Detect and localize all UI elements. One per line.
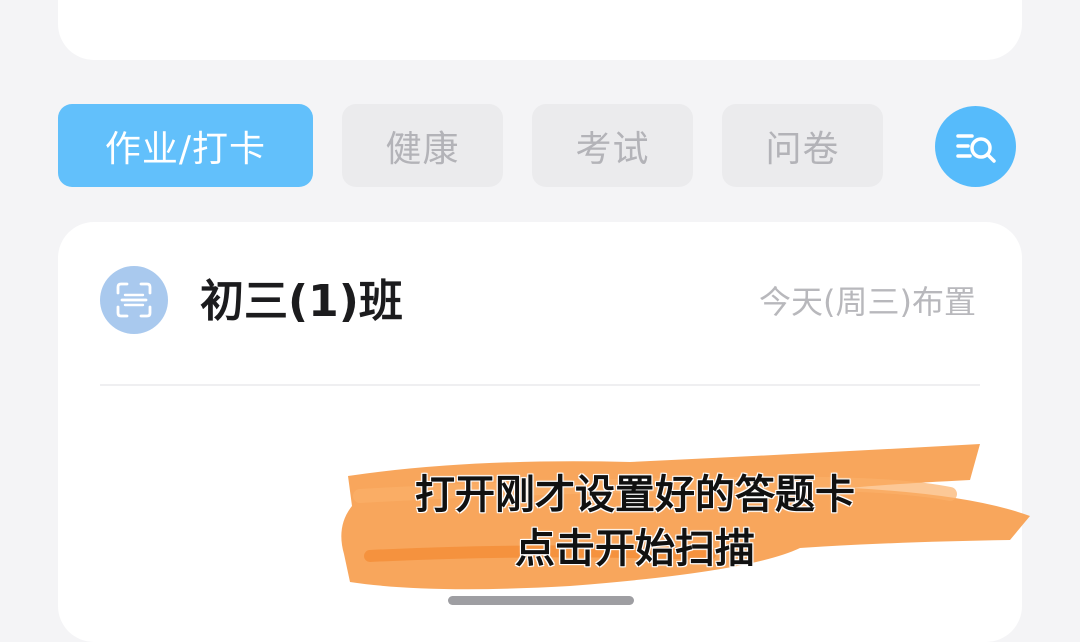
tab-health[interactable]: 健康: [342, 104, 503, 187]
category-tabs: 作业/打卡 健康 考试 问卷: [58, 104, 1022, 187]
search-button[interactable]: [935, 106, 1016, 187]
top-card: [58, 0, 1022, 60]
tab-exam[interactable]: 考试: [532, 104, 693, 187]
assigned-date: 今天(周三)布置: [759, 283, 976, 321]
caption-line-1: 打开刚才设置好的答题卡: [415, 472, 855, 518]
tab-homework-checkin[interactable]: 作业/打卡: [58, 104, 313, 187]
divider: [100, 384, 980, 386]
tab-survey[interactable]: 问卷: [722, 104, 883, 187]
class-name: 初三(1)班: [200, 276, 403, 327]
caption-line-2: 点击开始扫描: [515, 526, 755, 572]
scan-icon: [116, 282, 152, 318]
caption-overlay: 打开刚才设置好的答题卡 点击开始扫描: [330, 436, 1040, 596]
list-search-icon: [955, 133, 996, 163]
class-avatar: [100, 266, 168, 334]
caption-text: 打开刚才设置好的答题卡 点击开始扫描: [330, 436, 940, 576]
home-indicator[interactable]: [448, 596, 634, 605]
